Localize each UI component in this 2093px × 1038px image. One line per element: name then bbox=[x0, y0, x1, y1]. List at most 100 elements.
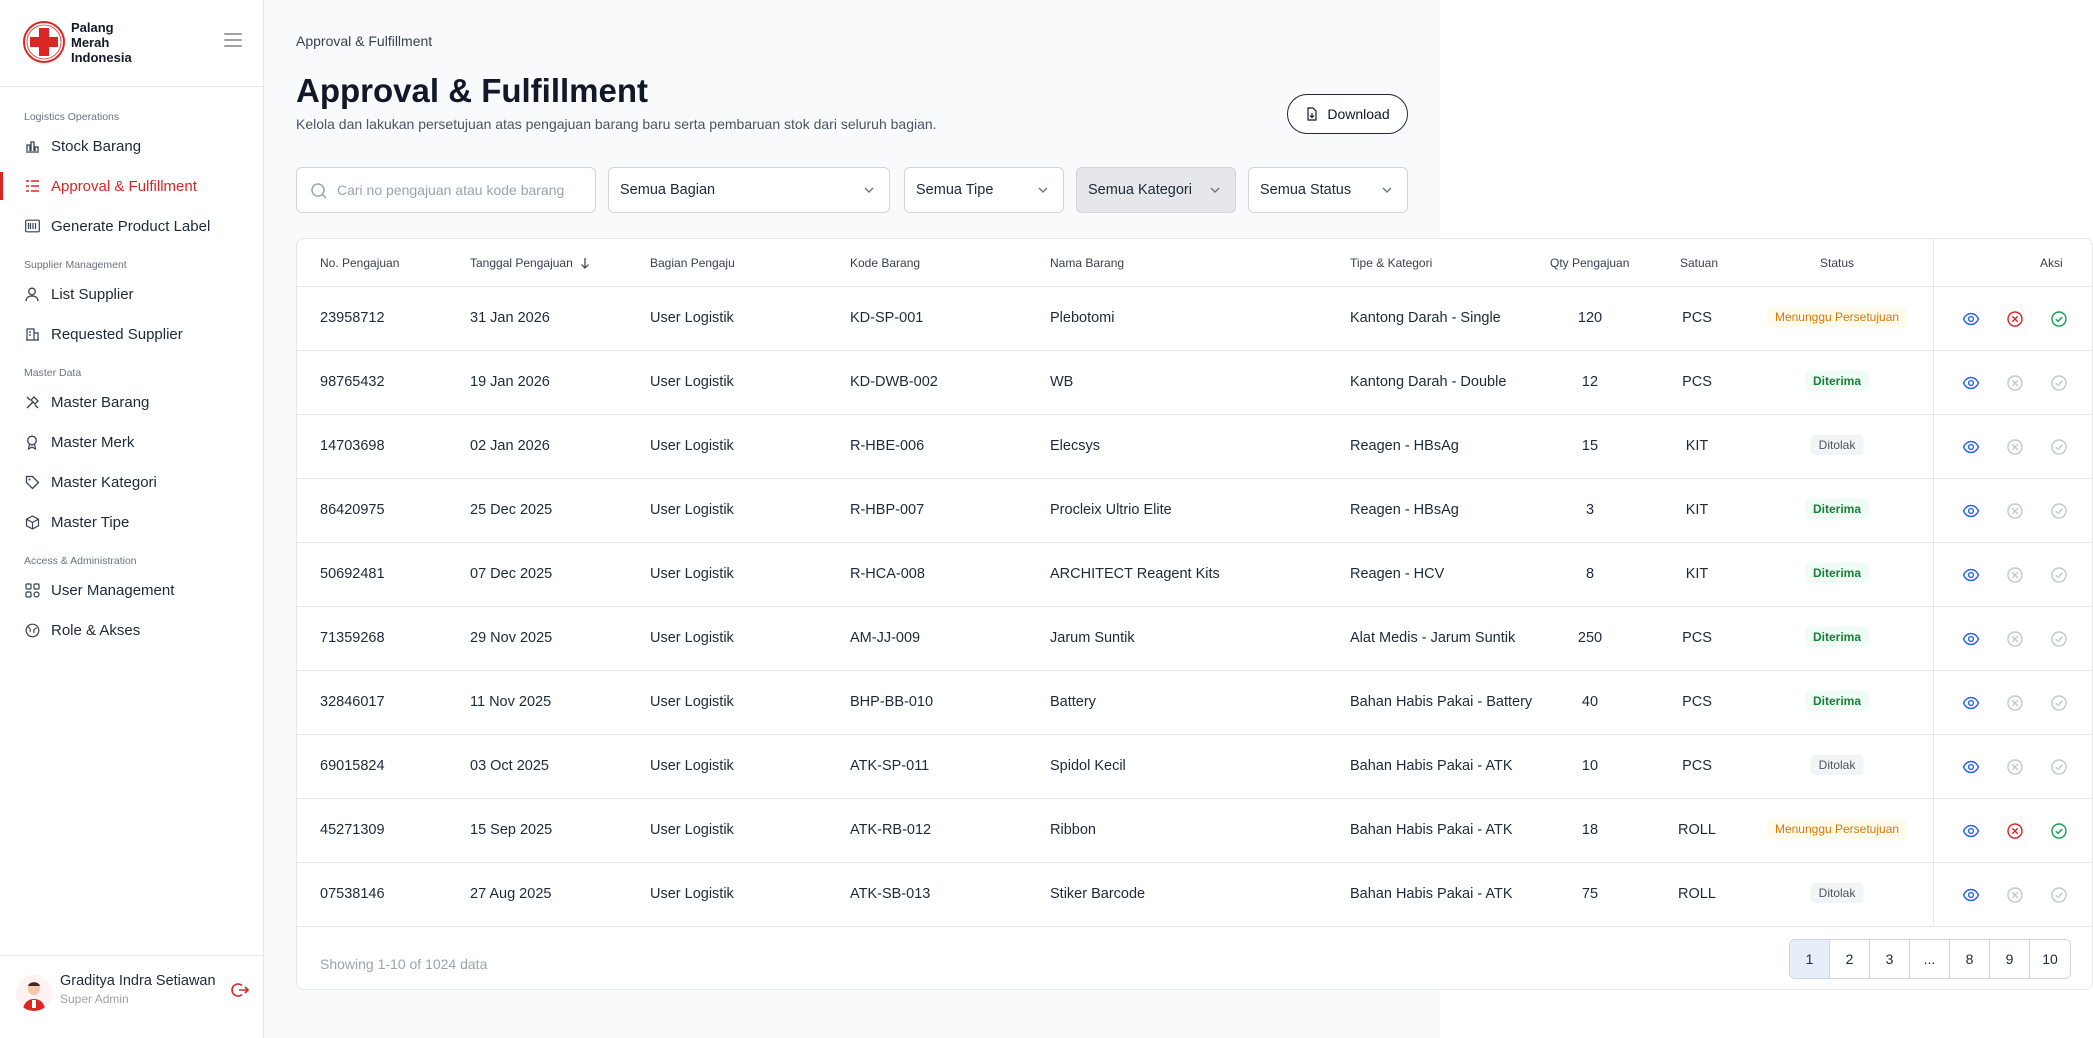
cell-qty: 3 bbox=[1585, 502, 1595, 518]
view-eye-icon[interactable] bbox=[1962, 438, 1980, 456]
sidebar-item-master-barang[interactable]: Master Barang bbox=[0, 384, 263, 420]
cell-satuan: KIT bbox=[1685, 502, 1709, 518]
table-row: 86420975 25 Dec 2025 User Logistik R-HBP-00… bbox=[297, 479, 2092, 543]
approve-check-circle-icon[interactable] bbox=[2050, 566, 2068, 584]
approve-check-circle-icon[interactable] bbox=[2050, 822, 2068, 840]
col-tanggal-pengajuan[interactable]: Tanggal Pengajuan bbox=[470, 256, 591, 270]
table-header: No. Pengajuan Tanggal Pengajuan Bagian P… bbox=[297, 239, 2092, 287]
reject-x-circle-icon[interactable] bbox=[2006, 694, 2024, 712]
view-eye-icon[interactable] bbox=[1962, 758, 1980, 776]
logout-icon[interactable] bbox=[231, 981, 249, 999]
sidebar-item-master-tipe[interactable]: Master Tipe bbox=[0, 504, 263, 540]
reject-x-circle-icon[interactable] bbox=[2006, 886, 2024, 904]
sidebar-item-role-akses[interactable]: Role & Akses bbox=[0, 612, 263, 648]
approve-check-circle-icon[interactable] bbox=[2050, 694, 2068, 712]
view-eye-icon[interactable] bbox=[1962, 694, 1980, 712]
approve-check-circle-icon[interactable] bbox=[2050, 630, 2068, 648]
filter-status-select[interactable]: Semua Status bbox=[1248, 167, 1408, 213]
approve-check-circle-icon[interactable] bbox=[2050, 374, 2068, 392]
download-label: Download bbox=[1327, 106, 1390, 122]
cell-kode-barang: R-HCA-008 bbox=[850, 566, 925, 582]
reject-x-circle-icon[interactable] bbox=[2006, 822, 2024, 840]
cell-qty: 75 bbox=[1581, 886, 1599, 902]
brand-line-2: Merah bbox=[71, 35, 110, 50]
sidebar-item-list-supplier[interactable]: List Supplier bbox=[0, 276, 263, 312]
sidebar-item-requested-supplier[interactable]: Requested Supplier bbox=[0, 316, 263, 352]
filter-tipe-select[interactable]: Semua Tipe bbox=[904, 167, 1064, 213]
cell-bagian: User Logistik bbox=[650, 694, 734, 710]
pagination-page-button[interactable]: 8 bbox=[1950, 940, 1990, 978]
approve-check-circle-icon[interactable] bbox=[2050, 886, 2068, 904]
cell-tanggal: 27 Aug 2025 bbox=[470, 886, 552, 902]
page-title: Approval & Fulfillment bbox=[296, 72, 649, 109]
col-tipe-kategori: Tipe & Kategori bbox=[1350, 256, 1433, 270]
view-eye-icon[interactable] bbox=[1962, 502, 1980, 520]
sidebar-item-approval-fulfillment[interactable]: Approval & Fulfillment bbox=[0, 168, 263, 204]
download-button[interactable]: Download bbox=[1287, 94, 1408, 134]
cell-tanggal: 02 Jan 2026 bbox=[470, 438, 550, 454]
pagination-page-button[interactable]: 9 bbox=[1990, 940, 2030, 978]
cell-nama-barang: Stiker Barcode bbox=[1050, 886, 1146, 902]
approve-check-circle-icon[interactable] bbox=[2050, 758, 2068, 776]
reject-x-circle-icon[interactable] bbox=[2006, 630, 2024, 648]
sidebar-item-master-kategori[interactable]: Master Kategori bbox=[0, 464, 263, 500]
reject-x-circle-icon[interactable] bbox=[2006, 438, 2024, 456]
sidebar-item-label: Role & Akses bbox=[51, 621, 141, 639]
cell-tanggal: 31 Jan 2026 bbox=[470, 310, 550, 326]
sidebar-item-stock-barang[interactable]: Stock Barang bbox=[0, 128, 263, 164]
user-icon bbox=[24, 286, 40, 302]
status-badge: Ditolak bbox=[1810, 435, 1864, 455]
cell-bagian: User Logistik bbox=[650, 502, 734, 518]
view-eye-icon[interactable] bbox=[1962, 374, 1980, 392]
cell-kode-barang: AM-JJ-009 bbox=[850, 630, 921, 646]
pagination-page-button[interactable]: 3 bbox=[1870, 940, 1910, 978]
view-eye-icon[interactable] bbox=[1962, 566, 1980, 584]
cell-bagian: User Logistik bbox=[650, 630, 734, 646]
avatar[interactable] bbox=[16, 975, 52, 1011]
cell-nama-barang: Battery bbox=[1050, 694, 1096, 710]
cell-qty: 18 bbox=[1581, 822, 1599, 838]
cell-tipe-kategori: Bahan Habis Pakai - Battery bbox=[1350, 694, 1533, 710]
approve-check-circle-icon[interactable] bbox=[2050, 502, 2068, 520]
table-row: 69015824 03 Oct 2025 User Logistik ATK-SP-0… bbox=[297, 735, 2092, 799]
filter-kategori-select[interactable]: Semua Kategori bbox=[1076, 167, 1236, 213]
col-aksi: Aksi bbox=[2040, 256, 2063, 270]
cell-no-pengajuan: 71359268 bbox=[320, 630, 385, 646]
pagination-page-button[interactable]: 1 bbox=[1790, 940, 1830, 978]
cell-tipe-kategori: Kantong Darah - Double bbox=[1350, 374, 1507, 390]
sort-arrow-down-icon bbox=[581, 258, 590, 269]
view-eye-icon[interactable] bbox=[1962, 310, 1980, 328]
user-profile: Graditya Indra Setiawan Super Admin bbox=[0, 955, 263, 1038]
reject-x-circle-icon[interactable] bbox=[2006, 758, 2024, 776]
approve-check-circle-icon[interactable] bbox=[2050, 310, 2068, 328]
view-eye-icon[interactable] bbox=[1962, 630, 1980, 648]
reject-x-circle-icon[interactable] bbox=[2006, 502, 2024, 520]
cell-nama-barang: Ribbon bbox=[1050, 822, 1096, 838]
reject-x-circle-icon[interactable] bbox=[2006, 374, 2024, 392]
sidebar-item-master-merk[interactable]: Master Merk bbox=[0, 424, 263, 460]
cell-tipe-kategori: Kantong Darah - Single bbox=[1350, 310, 1501, 326]
pagination-page-button[interactable]: 2 bbox=[1830, 940, 1870, 978]
page-subtitle: Kelola dan lakukan persetujuan atas peng… bbox=[296, 116, 937, 132]
reject-x-circle-icon[interactable] bbox=[2006, 310, 2024, 328]
sidebar-item-user-management[interactable]: User Management bbox=[0, 572, 263, 608]
sidebar-item-label: Master Barang bbox=[51, 393, 150, 411]
reject-x-circle-icon[interactable] bbox=[2006, 566, 2024, 584]
filter-status-value: Semua Status bbox=[1260, 182, 1352, 198]
approval-table: No. Pengajuan Tanggal Pengajuan Bagian P… bbox=[296, 238, 2093, 990]
search-input[interactable] bbox=[337, 168, 587, 212]
hamburger-menu-icon[interactable] bbox=[224, 33, 242, 49]
cell-no-pengajuan: 45271309 bbox=[320, 822, 385, 838]
view-eye-icon[interactable] bbox=[1962, 886, 1980, 904]
cell-tanggal: 25 Dec 2025 bbox=[470, 502, 553, 518]
cell-tanggal: 11 Nov 2025 bbox=[470, 694, 552, 710]
cell-bagian: User Logistik bbox=[650, 758, 734, 774]
cell-kode-barang: R-HBP-007 bbox=[850, 502, 925, 518]
filter-bagian-select[interactable]: Semua Bagian bbox=[608, 167, 890, 213]
pagination-page-button[interactable]: 10 bbox=[2030, 940, 2070, 978]
brand-name: Palang Merah Indonesia bbox=[71, 20, 151, 65]
view-eye-icon[interactable] bbox=[1962, 822, 1980, 840]
sidebar-item-generate-product-label[interactable]: Generate Product Label bbox=[0, 208, 263, 244]
sidebar-item-label: Master Merk bbox=[51, 433, 135, 451]
approve-check-circle-icon[interactable] bbox=[2050, 438, 2068, 456]
